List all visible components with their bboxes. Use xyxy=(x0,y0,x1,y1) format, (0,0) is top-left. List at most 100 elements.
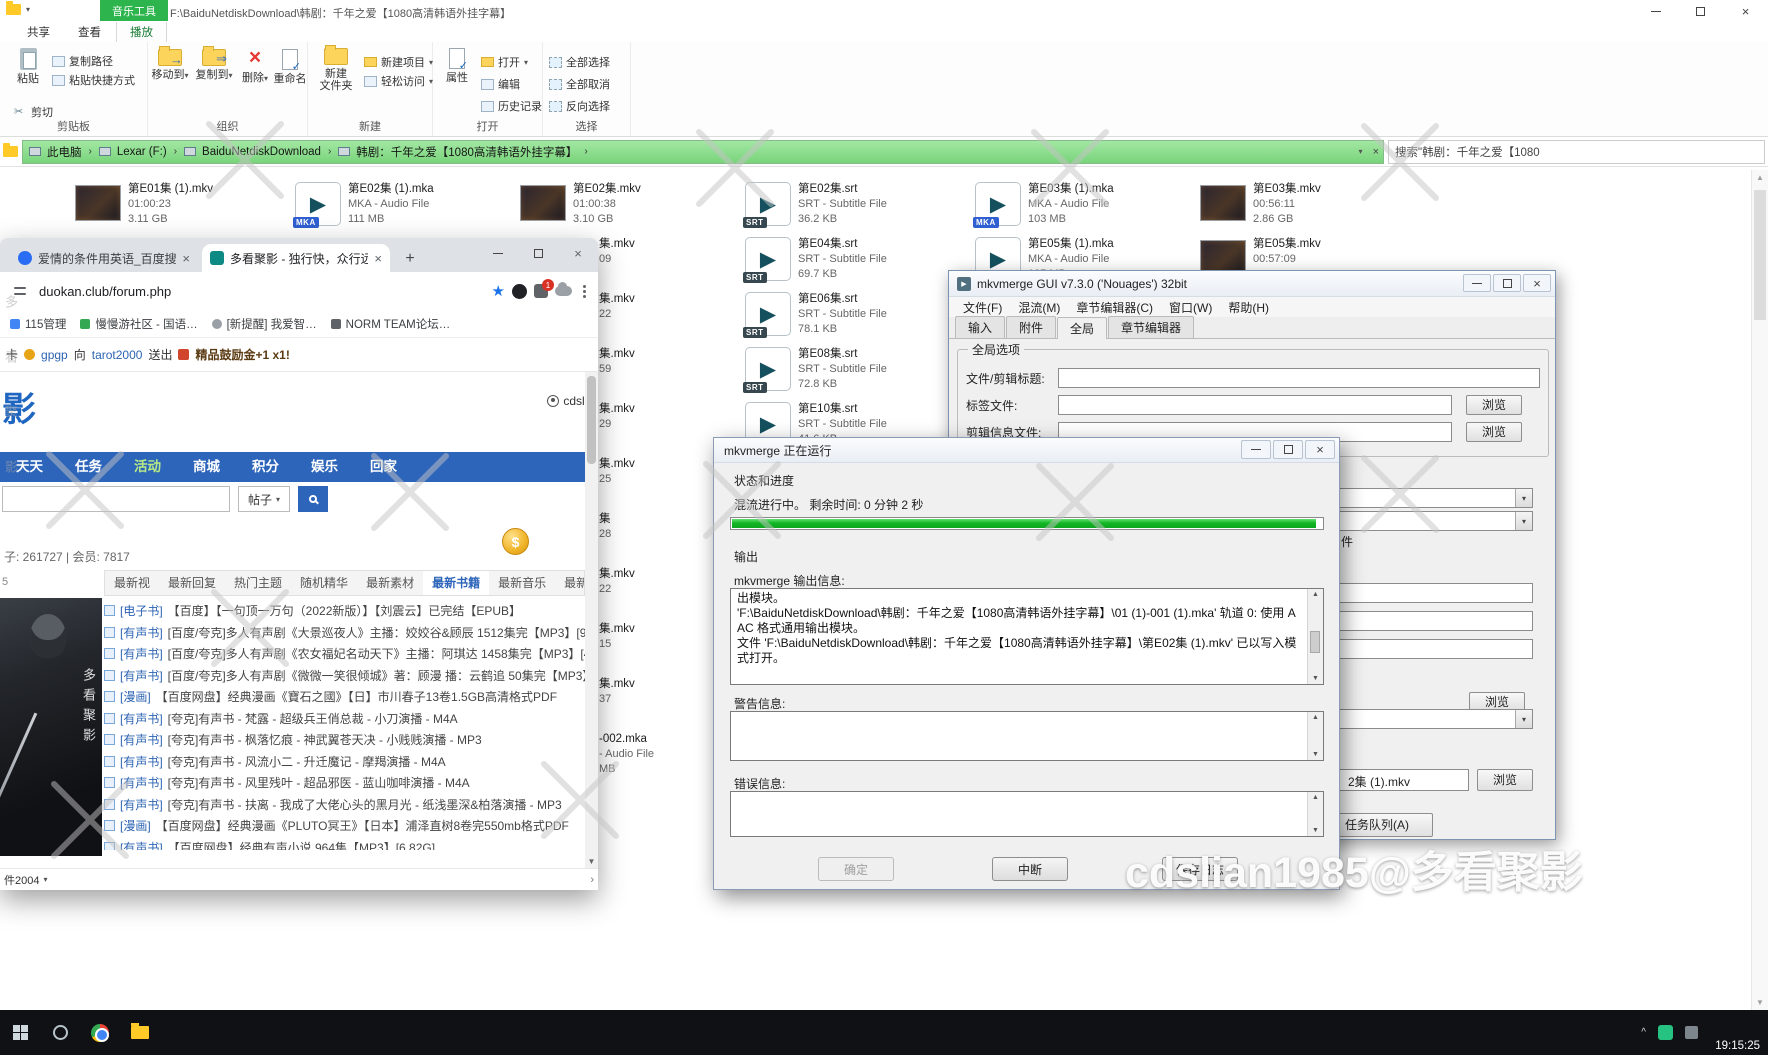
maximize-button[interactable] xyxy=(1678,0,1723,22)
thread-tag[interactable]: [有声书] xyxy=(120,667,163,684)
history-button[interactable]: 历史记录 xyxy=(481,98,542,114)
thread-row[interactable]: [有声书][夸克]有声书 - 枫落忆痕 - 神武翼苍天决 - 小贱贱演播 - M… xyxy=(104,729,585,751)
menu-dots-icon[interactable] xyxy=(583,290,586,293)
taskbar-explorer[interactable] xyxy=(120,1010,160,1055)
thread-title[interactable]: [夸克]有声书 - 风里残叶 - 超品邪医 - 蓝山咖啡演播 - M4A xyxy=(168,774,470,791)
close-button[interactable]: × xyxy=(1723,0,1768,22)
taskbar-chrome[interactable] xyxy=(80,1010,120,1055)
tray-app-icon[interactable] xyxy=(1685,1026,1698,1039)
copy-path-button[interactable]: 复制路径 xyxy=(52,53,113,69)
address-dropdown-icon[interactable]: ▾ xyxy=(1359,147,1363,156)
properties-button[interactable]: 属性 xyxy=(435,48,479,84)
tab-close-icon[interactable]: × xyxy=(182,251,190,266)
extension-icon[interactable] xyxy=(512,284,527,299)
thread-tag[interactable]: [有声书] xyxy=(120,796,163,813)
bookmark-star-icon[interactable]: ★ xyxy=(492,282,505,300)
thread-tag[interactable]: [漫画] xyxy=(120,688,151,705)
new-item-button[interactable]: 新建项目▾ xyxy=(364,54,433,70)
thread-tag[interactable]: [有声书] xyxy=(120,753,163,770)
quick-access-toolbar[interactable]: ▾ xyxy=(6,4,30,15)
thread-tag[interactable]: [漫画] xyxy=(120,817,151,834)
thread-tag[interactable]: [有声书] xyxy=(120,710,163,727)
thread-title[interactable]: 【百度网盘】经典有声小说 964集【MP3】[6.82G] xyxy=(168,839,435,850)
paste-shortcut-button[interactable]: 粘贴快捷方式 xyxy=(52,72,135,88)
thread-tag[interactable]: [有声书] xyxy=(120,645,163,662)
browse-button[interactable]: 浏览 xyxy=(1477,769,1533,791)
thread-title[interactable]: [百度/夸克]多人有声剧《微微一笑很倾城》著：顾漫 播：云鹤追 50集完【MP3… xyxy=(168,667,585,684)
tab-close-icon[interactable]: × xyxy=(374,251,382,266)
forum-nav-item[interactable]: 积分 xyxy=(236,452,295,482)
bookmark-item[interactable]: 慢慢游社区 - 国语… xyxy=(80,316,197,332)
close-button[interactable]: × xyxy=(1523,274,1551,292)
forum-tab[interactable]: 最新回复 xyxy=(159,571,225,595)
select-all-button[interactable]: 全部选择 xyxy=(549,54,610,70)
explorer-search-input[interactable]: 搜索"韩剧：千年之爱【1080 xyxy=(1388,140,1765,164)
breadcrumb-item[interactable]: BaiduNetdiskDownload› xyxy=(184,146,338,158)
context-tab-music-tools[interactable]: 音乐工具 xyxy=(100,0,168,21)
thread-row[interactable]: [有声书][百度/夸克]多人有声剧《大景巡夜人》主播：姣姣谷&顾辰 1512集完… xyxy=(104,622,585,644)
file-item[interactable]: 第E01集 (1).mkv01:00:233.11 GB xyxy=(75,182,290,237)
user-link[interactable]: tarot2000 xyxy=(92,348,143,362)
tray-chevron-icon[interactable]: ^ xyxy=(1641,1027,1646,1038)
forum-tab[interactable]: 最新音乐 xyxy=(489,571,555,595)
thread-row[interactable]: [有声书][夸克]有声书 - 风里残叶 - 超品邪医 - 蓝山咖啡演播 - M4… xyxy=(104,772,585,794)
forum-tab[interactable]: 最新视 xyxy=(105,571,159,595)
ribbon-tab[interactable]: 共享 xyxy=(14,22,63,42)
forum-nav-item[interactable]: 回家 xyxy=(354,452,413,482)
abort-button[interactable]: 中断 xyxy=(992,857,1068,881)
menu-item[interactable]: 混流(M) xyxy=(1010,299,1068,316)
thread-row[interactable]: [有声书]【百度网盘】经典有声小说 964集【MP3】[6.82G] xyxy=(104,837,585,851)
search-button[interactable] xyxy=(298,486,328,512)
file-item[interactable]: MKA第E02集 (1).mkaMKA - Audio File111 MB xyxy=(295,182,510,237)
forum-search-input[interactable] xyxy=(2,486,230,512)
mkvmerge-tab[interactable]: 附件 xyxy=(1006,316,1056,338)
invert-selection-button[interactable]: 反向选择 xyxy=(549,98,610,114)
maximize-button[interactable] xyxy=(518,238,558,268)
chevron-down-icon[interactable]: ▾ xyxy=(43,875,47,884)
close-button[interactable]: × xyxy=(1305,440,1335,459)
tag-file-input[interactable] xyxy=(1058,395,1452,415)
thread-title[interactable]: [百度/夸克]多人有声剧《农女福妃名动天下》主播：阿琪达 1458集完【MP3】… xyxy=(168,645,585,662)
file-item[interactable]: SRT第E04集.srtSRT - Subtitle File69.7 KB xyxy=(745,237,960,292)
thread-row[interactable]: [有声书][夸克]有声书 - 风流小二 - 升迁魔记 - 摩羯演播 - M4A xyxy=(104,751,585,773)
breadcrumb-item[interactable]: Lexar (F:)› xyxy=(99,146,184,158)
paste-button[interactable]: 粘贴 xyxy=(6,48,50,85)
scroll-down-icon[interactable]: ▼ xyxy=(588,857,596,866)
ribbon-tab[interactable]: 播放 xyxy=(116,21,167,42)
delete-button[interactable]: × 删除▾ xyxy=(236,47,274,85)
warnings-textarea[interactable]: ▲▼ xyxy=(730,711,1324,761)
thread-row[interactable]: [有声书] [百度/夸克]多人有声剧《农女福妃名动天下》主播：阿琪达 1458集完… xyxy=(104,643,585,665)
forum-nav-item[interactable]: 天天 xyxy=(0,452,59,482)
save-log-button[interactable]: 保存日志 xyxy=(1162,857,1238,881)
address-bar[interactable]: 此电脑›Lexar (F:)›BaiduNetdiskDownload›韩剧：千… xyxy=(22,140,1384,164)
scroll-down-icon[interactable]: ▼ xyxy=(1756,998,1764,1007)
clock[interactable]: 19:15:25 xyxy=(1715,1040,1760,1052)
thread-row[interactable]: [有声书][夸克]有声书 - 扶离 - 我成了大佬心头的黑月光 - 纸浅墨深&柏… xyxy=(104,794,585,816)
thread-row[interactable]: [漫画]【百度网盘】经典漫画《PLUTO冥王》【日本】浦泽直树8卷完550mb格… xyxy=(104,815,585,837)
site-info-button[interactable] xyxy=(8,279,32,303)
new-tab-button[interactable]: + xyxy=(398,247,422,271)
open-button[interactable]: 打开▾ xyxy=(481,54,528,70)
browse-button[interactable]: 浏览 xyxy=(1466,395,1522,415)
menu-item[interactable]: 帮助(H) xyxy=(1220,299,1277,316)
select-none-button[interactable]: 全部取消 xyxy=(549,76,610,92)
start-button[interactable] xyxy=(0,1010,40,1055)
thread-row[interactable]: [有声书] [夸克]有声书 - 梵露 - 超级兵王俏总裁 - 小刀演播 - M4A xyxy=(104,708,585,730)
forum-tab[interactable]: 随机精华 xyxy=(291,571,357,595)
forum-tab[interactable]: 最新书籍 xyxy=(423,571,489,595)
thread-title[interactable]: [夸克]有声书 - 梵露 - 超级兵王俏总裁 - 小刀演播 - M4A xyxy=(168,710,458,727)
file-item[interactable]: SRT第E02集.srtSRT - Subtitle File36.2 KB xyxy=(745,182,960,237)
browser-tab-duokan[interactable]: 多看聚影 - 独行快，众行远… × xyxy=(202,244,390,272)
scrollbar-thumb[interactable] xyxy=(587,376,596,464)
thread-title[interactable]: 【百度】【一句顶一万句（2022新版）】【刘震云】已完结【EPUB】 xyxy=(168,602,521,619)
thread-title[interactable]: [夸克]有声书 - 枫落忆痕 - 神武翼苍天决 - 小贱贱演播 - MP3 xyxy=(168,731,482,748)
minimize-button[interactable] xyxy=(1463,274,1491,292)
close-button[interactable]: × xyxy=(558,238,598,268)
bookmark-item[interactable]: NORM TEAM论坛… xyxy=(331,316,451,332)
mkvmerge-tab[interactable]: 章节编辑器 xyxy=(1108,316,1194,338)
cloud-extension-icon[interactable] xyxy=(555,286,572,296)
scrollbar-thumb[interactable] xyxy=(1310,631,1320,653)
scrollbar[interactable]: ▲▼ xyxy=(1307,792,1323,836)
menu-item[interactable]: 章节编辑器(C) xyxy=(1068,299,1161,316)
copy-to-button[interactable]: ⇒ 复制到▾ xyxy=(192,49,236,82)
